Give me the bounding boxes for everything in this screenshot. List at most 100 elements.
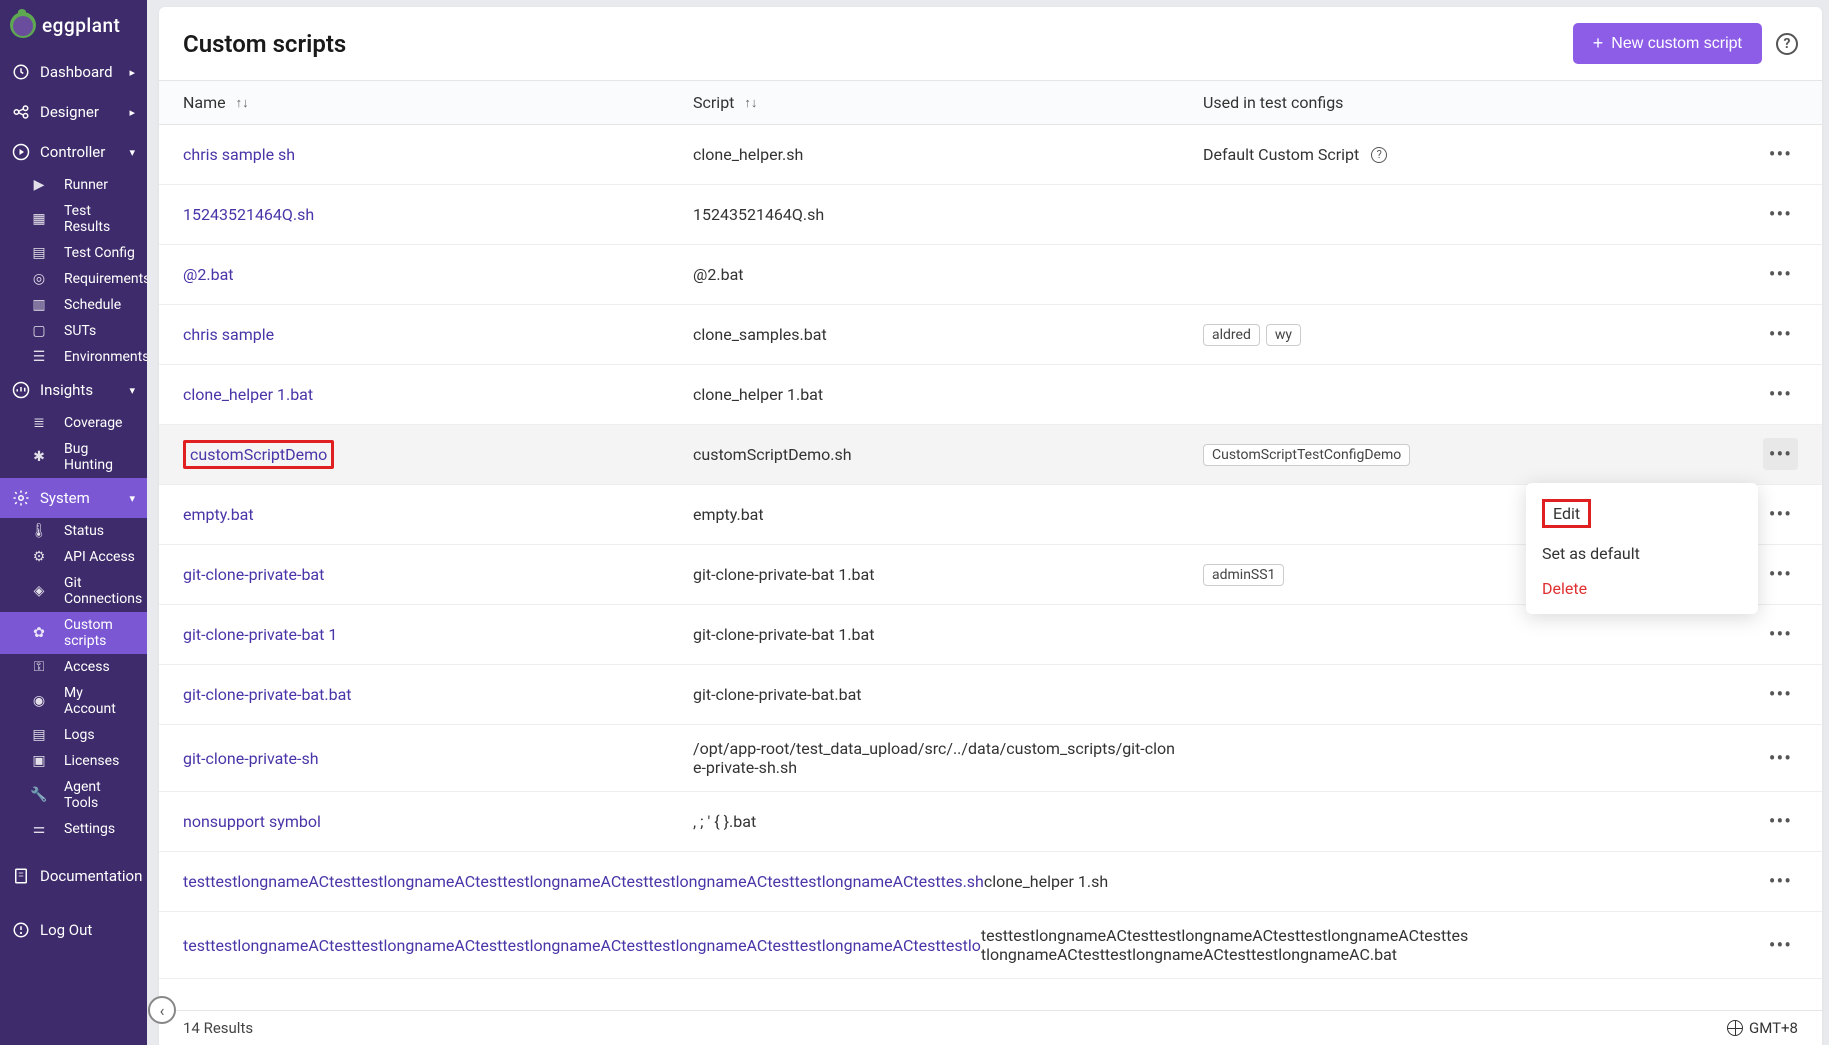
nav-environments[interactable]: ☰Environments	[0, 344, 147, 370]
script-name-link[interactable]: git-clone-private-bat 1	[183, 625, 337, 644]
table-row: chris sampleclone_samples.bataldredwy•••	[159, 305, 1822, 365]
script-name-link[interactable]: testtestlongnameACtesttestlongnameACtest…	[183, 872, 984, 891]
row-actions-button[interactable]: •••	[1763, 742, 1798, 774]
nav-my-account[interactable]: ◉My Account	[0, 680, 147, 722]
table-header: Name ↑↓ Script ↑↓ Used in test configs	[159, 80, 1822, 125]
script-name-link[interactable]: @2.bat	[183, 265, 234, 284]
script-name-link[interactable]: git-clone-private-bat	[183, 565, 324, 584]
row-actions-button[interactable]: •••	[1763, 198, 1798, 230]
nav-coverage[interactable]: ≣Coverage	[0, 410, 147, 436]
script-name-link[interactable]: chris sample sh	[183, 145, 295, 164]
nav-system[interactable]: System ▾	[0, 478, 147, 518]
nav-access[interactable]: ⚿Access	[0, 654, 147, 680]
chart-icon: ▦	[32, 212, 46, 226]
row-actions-button[interactable]: •••	[1763, 805, 1798, 837]
document-icon: ▤	[32, 728, 46, 742]
dashboard-icon	[12, 63, 30, 81]
menu-edit[interactable]: Edit	[1526, 491, 1758, 536]
row-actions-button[interactable]: •••	[1763, 378, 1798, 410]
nav-bug-hunting[interactable]: ✱Bug Hunting	[0, 436, 147, 478]
chevron-down-icon: ▾	[129, 146, 135, 159]
script-file: /opt/app-root/test_data_upload/src/../da…	[693, 739, 1203, 777]
chevron-down-icon: ▾	[129, 492, 135, 505]
script-name-link[interactable]: nonsupport symbol	[183, 812, 321, 831]
row-actions-button[interactable]: •••	[1763, 138, 1798, 170]
row-actions-button[interactable]: •••	[1763, 618, 1798, 650]
sidebar: eggplant Dashboard ▸ Designer ▸ Controll…	[0, 0, 147, 1045]
nav-insights[interactable]: Insights ▾	[0, 370, 147, 410]
nav-documentation[interactable]: Documentation	[0, 856, 147, 896]
nav-api-access[interactable]: ⚙API Access	[0, 544, 147, 570]
nav-test-results[interactable]: ▦Test Results	[0, 198, 147, 240]
nav-agent-tools[interactable]: 🔧Agent Tools	[0, 774, 147, 816]
script-name-link[interactable]: chris sample	[183, 325, 274, 344]
layers-icon: ☰	[32, 350, 46, 364]
info-icon[interactable]: ?	[1371, 147, 1387, 163]
logout-icon	[12, 921, 30, 939]
sort-icon[interactable]: ↑↓	[236, 95, 249, 111]
table-row: clone_helper 1.bat clone_helper 1.bat •••	[159, 365, 1822, 425]
nav-test-config[interactable]: ▤Test Config	[0, 240, 147, 266]
script-name-link[interactable]: clone_helper 1.bat	[183, 385, 313, 404]
script-name-link[interactable]: git-clone-private-bat.bat	[183, 685, 352, 704]
row-actions-button[interactable]: •••	[1763, 438, 1798, 470]
row-actions-button[interactable]: •••	[1763, 258, 1798, 290]
col-script-header[interactable]: Script	[693, 93, 734, 112]
nav-logs[interactable]: ▤Logs	[0, 722, 147, 748]
table-row: git-clone-private-bat.batgit-clone-priva…	[159, 665, 1822, 725]
table-row: customScriptDemocustomScriptDemo.shCusto…	[159, 425, 1822, 485]
script-name-link[interactable]: git-clone-private-sh	[183, 749, 319, 768]
help-icon[interactable]: ?	[1776, 33, 1798, 55]
script-name-link[interactable]: customScriptDemo	[190, 445, 327, 464]
brand-name: eggplant	[42, 14, 120, 37]
nav-dashboard[interactable]: Dashboard ▸	[0, 52, 147, 92]
row-actions-button[interactable]: •••	[1763, 558, 1798, 590]
nav-settings[interactable]: ⚌Settings	[0, 816, 147, 842]
script-name-link[interactable]: 15243521464Q.sh	[183, 205, 314, 224]
config-tag: CustomScriptTestConfigDemo	[1203, 444, 1410, 466]
script-file: clone_helper 1.bat	[693, 385, 1203, 404]
script-name-link[interactable]: testtestlongnameACtesttestlongnameACtest…	[183, 936, 981, 955]
script-file: clone_helper 1.sh	[984, 872, 1494, 891]
menu-delete[interactable]: Delete	[1526, 571, 1758, 606]
col-used-header: Used in test configs	[1203, 93, 1343, 112]
nav-requirements[interactable]: ◎Requirements	[0, 266, 147, 292]
nav-schedule[interactable]: ▥Schedule	[0, 292, 147, 318]
nav-custom-scripts[interactable]: ✿Custom scripts	[0, 612, 147, 654]
gear-icon: ⚙	[32, 550, 46, 564]
nav-designer[interactable]: Designer ▸	[0, 92, 147, 132]
bug-icon: ✱	[32, 450, 46, 464]
designer-icon	[12, 103, 30, 121]
script-file: 15243521464Q.sh	[693, 205, 1203, 224]
menu-set-default[interactable]: Set as default	[1526, 536, 1758, 571]
new-custom-script-button[interactable]: + New custom script	[1573, 23, 1762, 64]
nav-log-out[interactable]: Log Out	[0, 910, 147, 950]
thermometer-icon: 🌡	[32, 524, 46, 538]
used-in-configs: aldredwy	[1203, 324, 1738, 346]
target-icon: ◎	[32, 272, 46, 286]
config-tag: aldred	[1203, 324, 1260, 346]
table-row: nonsupport symbol, ; ' { }.bat•••	[159, 792, 1822, 852]
row-actions-button[interactable]: •••	[1763, 318, 1798, 350]
row-actions-button[interactable]: •••	[1763, 865, 1798, 897]
nav-runner[interactable]: ▶Runner	[0, 172, 147, 198]
plus-icon: +	[1593, 33, 1604, 54]
row-actions-button[interactable]: •••	[1763, 929, 1798, 961]
script-name-link[interactable]: empty.bat	[183, 505, 254, 524]
script-file: clone_helper.sh	[693, 145, 1203, 164]
sidebar-collapse-button[interactable]: ‹	[148, 996, 176, 1024]
nav-controller[interactable]: Controller ▾	[0, 132, 147, 172]
nav-git-connections[interactable]: ◈Git Connections	[0, 570, 147, 612]
nav-status[interactable]: 🌡Status	[0, 518, 147, 544]
nav-licenses[interactable]: ▣Licenses	[0, 748, 147, 774]
sort-icon[interactable]: ↑↓	[744, 95, 757, 111]
footer: 14 Results GMT+8	[159, 1010, 1822, 1045]
row-actions-button[interactable]: •••	[1763, 678, 1798, 710]
calendar-icon: ▥	[32, 298, 46, 312]
script-file: git-clone-private-bat 1.bat	[693, 565, 1203, 584]
nav-suts[interactable]: ▢SUTs	[0, 318, 147, 344]
chevron-right-icon: ▸	[129, 66, 135, 79]
page-title: Custom scripts	[183, 30, 346, 58]
col-name-header[interactable]: Name	[183, 93, 226, 112]
row-actions-button[interactable]: •••	[1763, 498, 1798, 530]
